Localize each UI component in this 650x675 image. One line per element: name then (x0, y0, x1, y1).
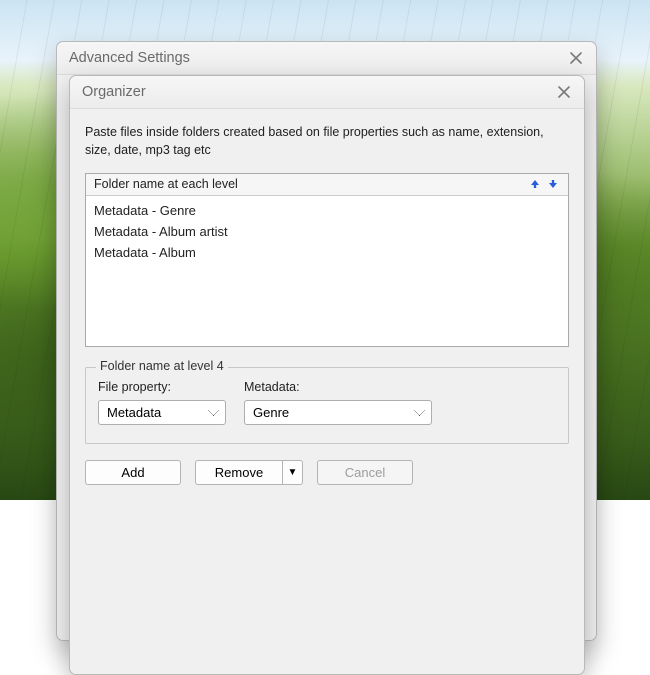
titlebar: Organizer (70, 76, 584, 109)
add-button[interactable]: Add (85, 460, 181, 485)
level-list-rows[interactable]: Metadata - Genre Metadata - Album artist… (86, 196, 568, 346)
remove-split-button: Remove ▼ (195, 460, 303, 485)
organizer-dialog: Organizer Paste files inside folders cre… (69, 75, 585, 675)
titlebar: Advanced Settings (57, 42, 596, 75)
file-property-select[interactable]: Metadata (98, 400, 226, 425)
cancel-button[interactable]: Cancel (317, 460, 413, 485)
button-bar: Add Remove ▼ Cancel (85, 460, 569, 485)
window-title: Advanced Settings (69, 50, 566, 66)
move-up-icon[interactable] (528, 177, 542, 191)
group-legend: Folder name at level 4 (96, 359, 228, 373)
level-edit-group: Folder name at level 4 File property: Me… (85, 367, 569, 444)
list-item[interactable]: Metadata - Album (86, 242, 568, 263)
close-icon[interactable] (566, 48, 586, 68)
description-text: Paste files inside folders created based… (85, 123, 569, 159)
metadata-label: Metadata: (244, 380, 432, 394)
file-property-label: File property: (98, 380, 226, 394)
remove-button[interactable]: Remove (195, 460, 283, 485)
list-item[interactable]: Metadata - Genre (86, 200, 568, 221)
window-title: Organizer (82, 84, 554, 100)
level-list-header-label: Folder name at each level (94, 177, 524, 191)
remove-menu-button[interactable]: ▼ (283, 460, 303, 485)
metadata-select[interactable]: Genre (244, 400, 432, 425)
level-list: Folder name at each level Metadata - Gen… (85, 173, 569, 347)
close-icon[interactable] (554, 82, 574, 102)
move-down-icon[interactable] (546, 177, 560, 191)
list-item[interactable]: Metadata - Album artist (86, 221, 568, 242)
level-list-header: Folder name at each level (86, 174, 568, 196)
